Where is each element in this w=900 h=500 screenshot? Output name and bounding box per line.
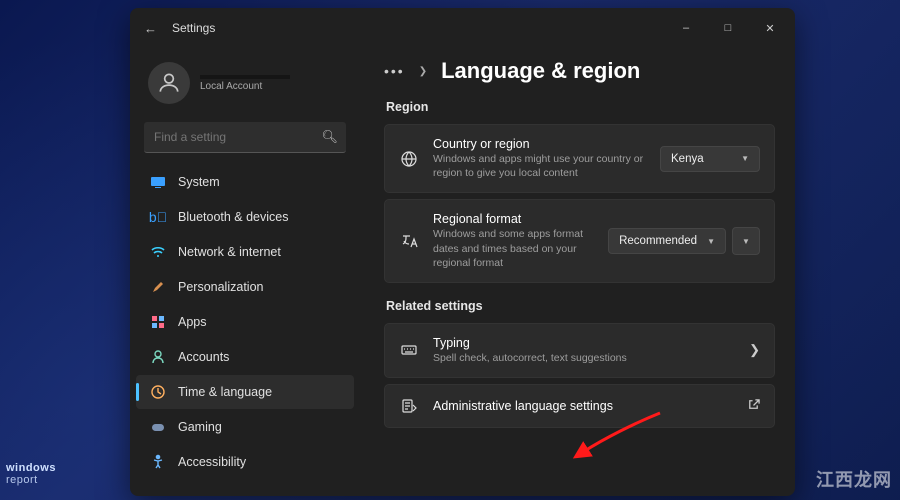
sidebar-item-label: Apps	[178, 315, 207, 329]
sidebar-item-system[interactable]: System	[136, 165, 354, 199]
window-title: Settings	[172, 21, 215, 35]
card-title: Regional format	[433, 212, 594, 226]
person-icon	[156, 70, 182, 96]
nav-list: System b⃣ Bluetooth & devices Network & …	[136, 165, 354, 486]
sidebar-item-label: Accessibility	[178, 455, 246, 469]
titlebar: ← Settings – □ ✕	[130, 8, 795, 48]
display-icon	[150, 174, 166, 190]
maximize-button[interactable]: □	[707, 8, 749, 48]
card-typing[interactable]: Typing Spell check, autocorrect, text su…	[384, 323, 775, 378]
sidebar-item-time-language[interactable]: Time & language	[136, 375, 354, 409]
regional-format-dropdown[interactable]: Recommended ▼	[608, 228, 726, 254]
dropdown-value: Kenya	[671, 153, 704, 165]
sidebar-item-bluetooth[interactable]: b⃣ Bluetooth & devices	[136, 200, 354, 234]
gaming-icon	[150, 419, 166, 435]
avatar	[148, 62, 190, 104]
chevron-down-icon: ▼	[707, 237, 715, 246]
profile-block[interactable]: Local Account	[136, 54, 354, 116]
card-admin-language[interactable]: Administrative language settings	[384, 384, 775, 428]
sidebar-item-label: Gaming	[178, 420, 222, 434]
breadcrumb: ••• ❯ Language & region	[384, 58, 775, 84]
keyboard-icon	[399, 341, 419, 359]
section-heading-related: Related settings	[386, 299, 775, 313]
country-dropdown[interactable]: Kenya ▼	[660, 146, 760, 172]
chevron-right-icon: ❯	[419, 66, 427, 77]
card-subtitle: Windows and some apps format dates and t…	[433, 227, 594, 270]
sidebar: Local Account 🔍︎ System b⃣ Bluetooth & d…	[130, 48, 360, 496]
search-icon[interactable]: 🔍︎	[321, 129, 338, 145]
expand-button[interactable]: ▼	[732, 227, 760, 255]
bluetooth-icon: b⃣	[150, 209, 166, 225]
profile-name	[200, 75, 290, 79]
settings-window: ← Settings – □ ✕ Local Account 🔍︎	[130, 8, 795, 496]
card-subtitle: Spell check, autocorrect, text suggestio…	[433, 351, 735, 365]
watermark-right: 江西龙网	[816, 466, 892, 492]
card-title: Administrative language settings	[433, 399, 733, 413]
card-title: Typing	[433, 336, 735, 350]
section-heading-region: Region	[386, 100, 775, 114]
sidebar-item-apps[interactable]: Apps	[136, 305, 354, 339]
brush-icon	[150, 279, 166, 295]
page-title: Language & region	[441, 58, 640, 84]
apps-icon	[150, 314, 166, 330]
sidebar-item-accounts[interactable]: Accounts	[136, 340, 354, 374]
sidebar-item-label: Personalization	[178, 280, 263, 294]
sidebar-item-label: Bluetooth & devices	[178, 210, 289, 224]
admin-language-icon	[399, 397, 419, 415]
card-subtitle: Windows and apps might use your country …	[433, 152, 646, 180]
sidebar-item-label: Network & internet	[178, 245, 281, 259]
card-country-region: Country or region Windows and apps might…	[384, 124, 775, 193]
card-title: Country or region	[433, 137, 646, 151]
profile-text: Local Account	[200, 75, 290, 92]
globe-icon	[399, 150, 419, 168]
main-panel: ••• ❯ Language & region Region Country o…	[360, 48, 795, 496]
search-wrap: 🔍︎	[144, 122, 346, 153]
accounts-icon	[150, 349, 166, 365]
clock-language-icon	[150, 384, 166, 400]
sidebar-item-privacy[interactable]: Privacy & security	[136, 480, 354, 486]
sidebar-item-gaming[interactable]: Gaming	[136, 410, 354, 444]
language-format-icon	[399, 232, 419, 250]
chevron-down-icon: ▼	[742, 237, 750, 246]
chevron-right-icon: ❯	[749, 342, 760, 358]
wifi-icon	[150, 244, 166, 260]
accessibility-icon	[150, 454, 166, 470]
dropdown-value: Recommended	[619, 235, 697, 247]
back-button[interactable]: ←	[144, 21, 172, 36]
sidebar-item-label: System	[178, 175, 220, 189]
sidebar-item-label: Time & language	[178, 385, 272, 399]
sidebar-item-network[interactable]: Network & internet	[136, 235, 354, 269]
content-area: Local Account 🔍︎ System b⃣ Bluetooth & d…	[130, 48, 795, 496]
sidebar-item-personalization[interactable]: Personalization	[136, 270, 354, 304]
card-regional-format: Regional format Windows and some apps fo…	[384, 199, 775, 283]
search-input[interactable]	[144, 122, 346, 152]
breadcrumb-more-icon[interactable]: •••	[384, 63, 405, 79]
chevron-down-icon: ▼	[741, 154, 749, 163]
external-link-icon	[747, 398, 760, 414]
watermark-left: windows report	[6, 462, 56, 486]
profile-subtitle: Local Account	[200, 81, 290, 92]
sidebar-item-accessibility[interactable]: Accessibility	[136, 445, 354, 479]
sidebar-item-label: Accounts	[178, 350, 229, 364]
minimize-button[interactable]: –	[665, 8, 707, 48]
close-button[interactable]: ✕	[749, 8, 791, 48]
